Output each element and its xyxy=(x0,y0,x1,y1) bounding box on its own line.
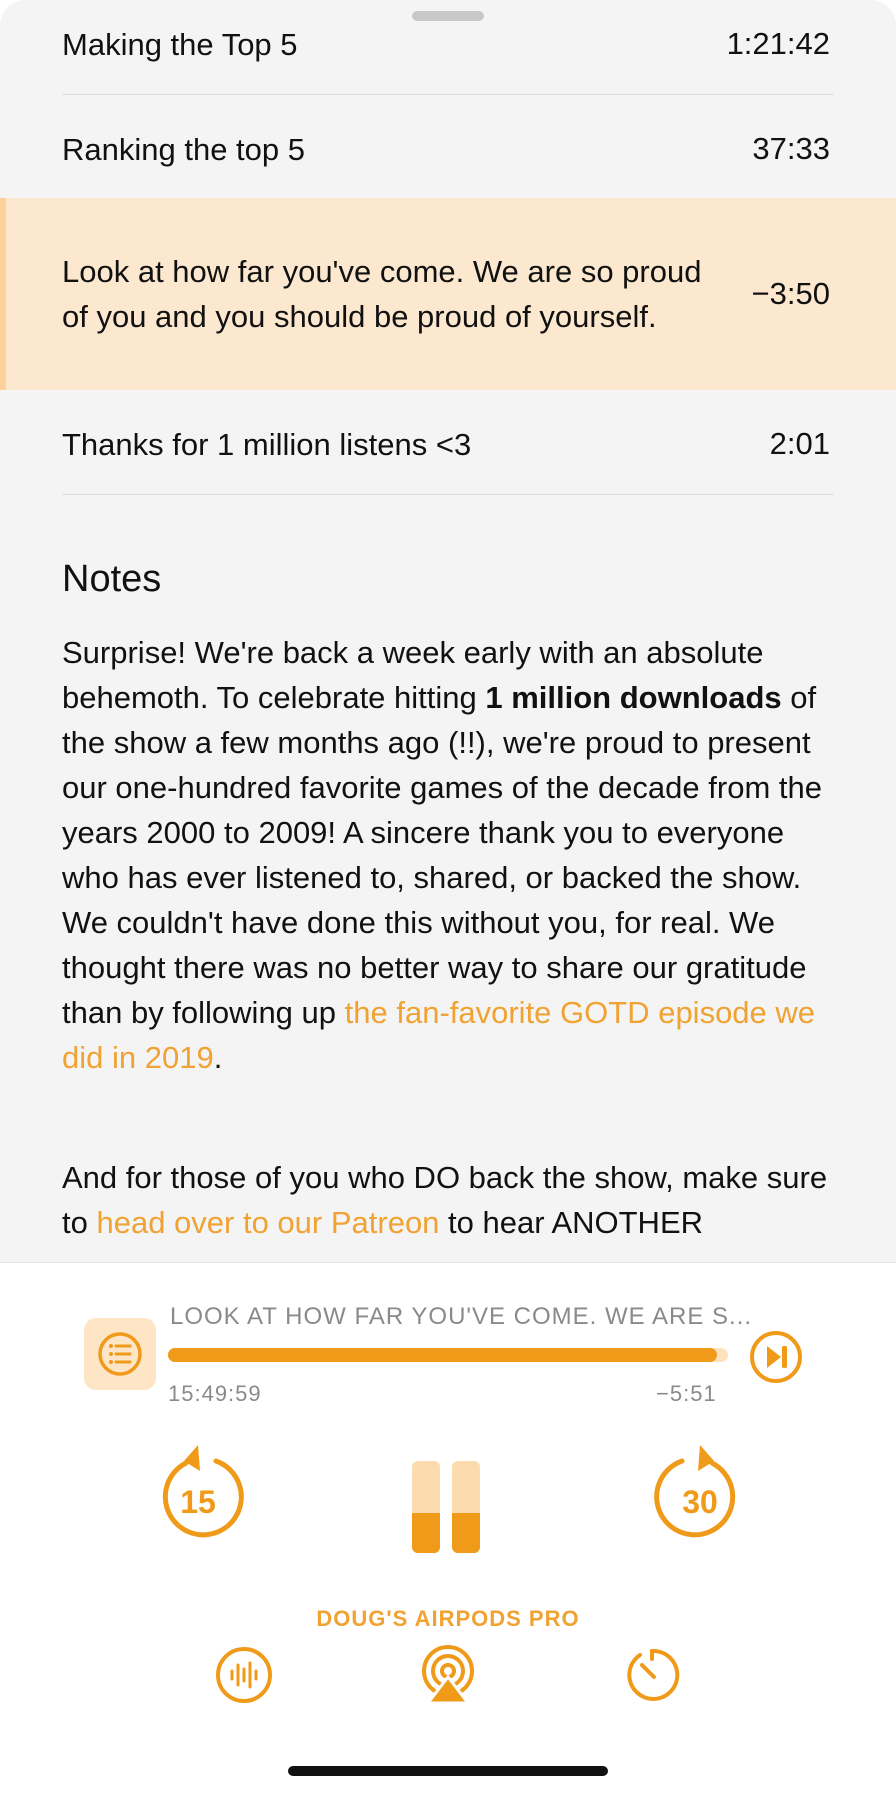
chapter-duration: 2:01 xyxy=(769,426,830,461)
skip-to-next-chapter-icon[interactable] xyxy=(746,1327,806,1387)
chapter-title: Ranking the top 5 xyxy=(62,131,306,167)
notes-text: . xyxy=(213,1040,223,1075)
progress-scrubber[interactable] xyxy=(168,1348,728,1362)
audio-effects-icon[interactable] xyxy=(212,1643,276,1707)
skip-forward-30-icon[interactable]: 30 xyxy=(652,1441,748,1541)
divider xyxy=(62,494,834,495)
now-playing-panel: LOOK AT HOW FAR YOU'VE COME. WE ARE S...… xyxy=(0,1262,896,1801)
chapter-row-current[interactable]: Look at how far you've come. We are so p… xyxy=(0,198,896,390)
queue-button[interactable] xyxy=(84,1318,156,1390)
remaining-time: −5:51 xyxy=(656,1381,717,1406)
skip-forward-seconds: 30 xyxy=(682,1484,718,1520)
chapter-title: Look at how far you've come. We are so p… xyxy=(62,254,702,334)
divider xyxy=(62,94,834,95)
elapsed-time: 15:49:59 xyxy=(168,1381,262,1406)
chapter-duration: 1:21:42 xyxy=(726,26,830,61)
output-device-label[interactable]: DOUG'S AIRPODS PRO xyxy=(0,1606,896,1632)
notes-text: of the show a few months ago (!!), we're… xyxy=(62,680,822,1030)
chapter-row[interactable]: Making the Top 5 1:21:42 xyxy=(0,8,896,80)
notes-heading: Notes xyxy=(62,558,162,600)
airplay-icon[interactable] xyxy=(416,1643,480,1707)
notes-paragraph: And for those of you who DO back the sho… xyxy=(62,1155,842,1245)
chapter-title: Making the Top 5 xyxy=(62,26,298,62)
chapter-time-remaining: −3:50 xyxy=(751,276,830,311)
skip-back-seconds: 15 xyxy=(180,1484,216,1520)
progress-fill xyxy=(168,1348,717,1362)
notes-text: to hear ANOTHER xyxy=(439,1205,704,1240)
chapter-title: Thanks for 1 million listens <3 xyxy=(62,426,472,462)
patreon-link[interactable]: head over to our Patreon xyxy=(96,1205,439,1240)
skip-back-15-icon[interactable]: 15 xyxy=(150,1441,246,1541)
notes-paragraph: Surprise! We're back a week early with a… xyxy=(62,630,842,1080)
episode-sheet: Making the Top 5 1:21:42 Ranking the top… xyxy=(0,0,896,1262)
sleep-timer-icon[interactable] xyxy=(620,1643,684,1707)
now-playing-chapter-title: LOOK AT HOW FAR YOU'VE COME. WE ARE S... xyxy=(170,1303,753,1330)
chapter-duration: 37:33 xyxy=(752,131,830,166)
queue-list-icon xyxy=(98,1332,142,1376)
chapter-row[interactable]: Ranking the top 5 37:33 xyxy=(0,110,896,188)
pause-icon[interactable] xyxy=(412,1461,486,1553)
home-indicator[interactable] xyxy=(288,1766,608,1776)
notes-bold-text: 1 million downloads xyxy=(485,680,782,715)
chapter-row[interactable]: Thanks for 1 million listens <3 2:01 xyxy=(0,398,896,490)
